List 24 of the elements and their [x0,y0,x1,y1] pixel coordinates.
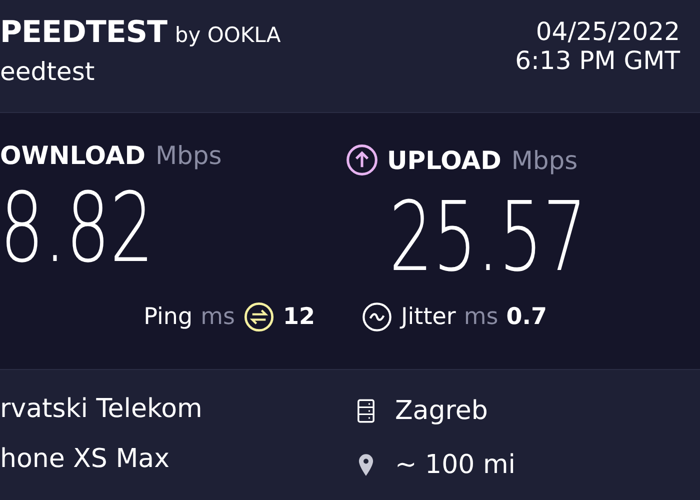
jitter-icon [361,301,393,333]
result-label: UPLOAD [387,148,502,172]
unit-label: Mbps [155,143,222,168]
test-date: 04/25/2022 [534,18,680,47]
result-value: 25.57 [389,189,587,285]
latency-label: Jitter [401,306,456,328]
unit-label: Mbps [511,148,578,172]
server-location: Zagreb [395,398,488,424]
device-name: hone XS Max [0,446,170,472]
brand-suffix: by OOKLA [174,25,281,46]
result-label: OWNLOAD [0,143,146,168]
upload-icon [345,143,379,177]
provider-name: rvatski Telekom [0,396,204,422]
ping-icon [242,301,275,333]
latency-label: Ping [144,306,193,328]
unit-label: ms [464,306,498,328]
unit-label: ms [200,306,235,328]
latency-value: 0.7 [506,306,547,328]
subtitle: eedtest [0,58,96,86]
test-time: 6:13 PM GMT [515,46,680,76]
latency-value: 12 [282,306,315,328]
result-value: 8.82 [0,180,154,276]
server-distance: ~ 100 mi [395,452,516,478]
brand-name: PEEDTEST [0,18,167,48]
